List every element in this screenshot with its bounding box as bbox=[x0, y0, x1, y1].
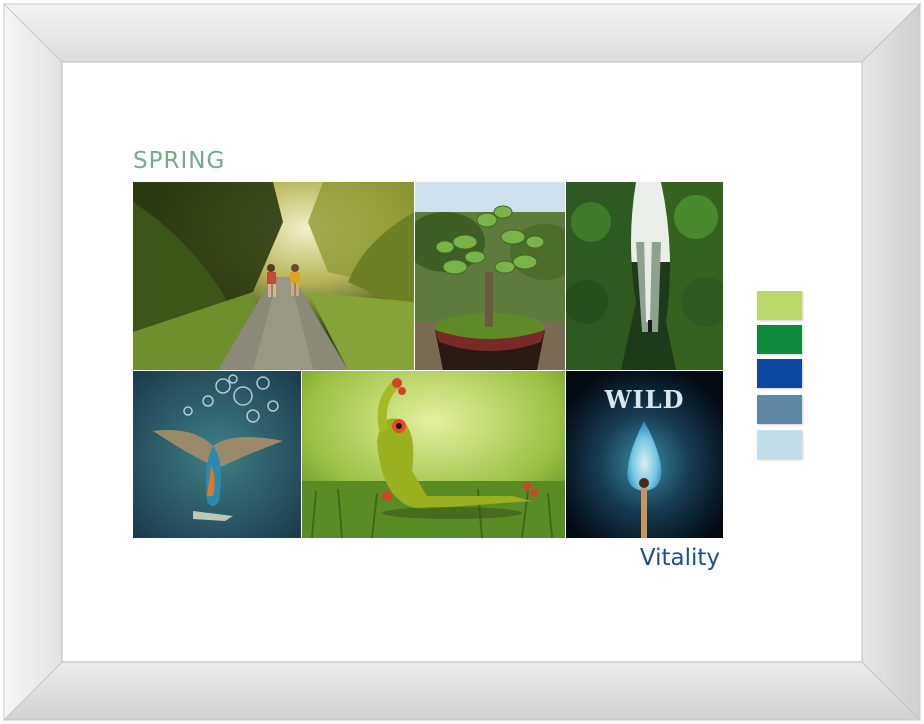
board-caption: Vitality bbox=[639, 545, 720, 571]
waterfall-photo bbox=[566, 182, 723, 370]
kingfisher-dive-photo bbox=[133, 371, 301, 538]
frog-figurine-photo bbox=[302, 371, 565, 538]
match-flame-photo: WILD bbox=[566, 371, 723, 538]
jade-plant-photo bbox=[415, 182, 565, 370]
swatch-green bbox=[757, 325, 802, 354]
board-title: SPRING bbox=[133, 148, 226, 174]
swatch-lime bbox=[757, 291, 802, 320]
swatch-pale-blue bbox=[757, 430, 802, 459]
runners-path-photo bbox=[133, 182, 414, 370]
wild-label: WILD bbox=[604, 385, 685, 414]
swatch-steel-blue bbox=[757, 395, 802, 424]
swatch-blue bbox=[757, 359, 802, 388]
